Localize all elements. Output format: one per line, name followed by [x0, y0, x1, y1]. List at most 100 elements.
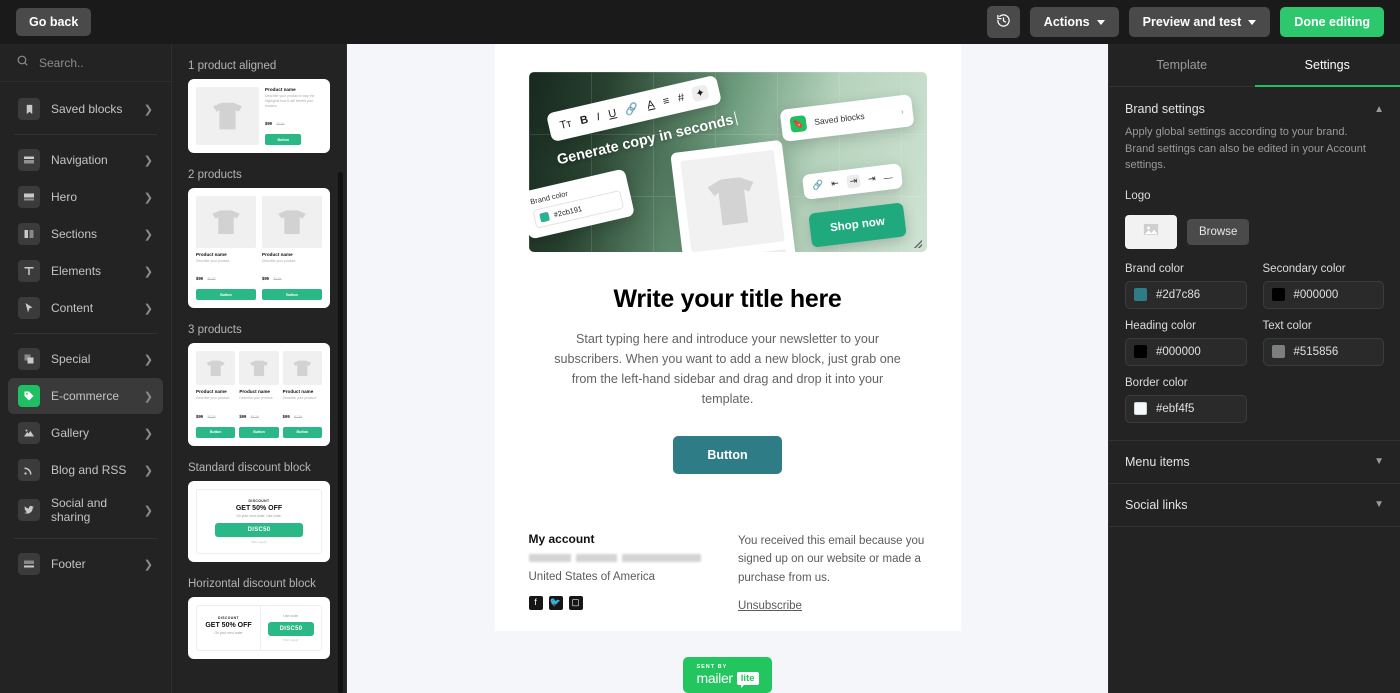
chevron-up-icon[interactable]: ▲: [1374, 104, 1384, 115]
block-group-title: 2 products: [188, 169, 242, 182]
go-back-button[interactable]: Go back: [16, 8, 92, 36]
block-group-title: 3 products: [188, 324, 242, 337]
tab-template[interactable]: Template: [1109, 44, 1255, 86]
color-swatch[interactable]: [1134, 288, 1147, 301]
sidebar-item-hero[interactable]: Hero ❯: [8, 179, 163, 215]
hero-resize-handle[interactable]: [913, 240, 922, 248]
actions-dropdown-button[interactable]: Actions: [1029, 7, 1119, 37]
product-name: Product name: [282, 389, 314, 395]
chevron-right-icon: ❯: [143, 353, 153, 366]
italic-icon: I: [594, 110, 601, 123]
color-field-border-color: Border color #ebf4f5: [1125, 377, 1247, 423]
product-button: Button: [239, 426, 279, 438]
blocks-panel-scrollbar[interactable]: [338, 172, 343, 693]
sidebar-item-label: Special: [51, 352, 91, 366]
color-field-text-color: Text color #515856: [1262, 320, 1384, 366]
email-cta-button[interactable]: Button: [673, 435, 782, 474]
product-price: $99: [196, 276, 203, 282]
mailerlite-badge[interactable]: SENT BY mailer lite: [683, 657, 772, 693]
discount-kicker: DISCOUNT: [218, 615, 239, 620]
block-thumbnail-card[interactable]: DISCOUNT GET 50% OFF On your next order Use…: [188, 596, 330, 659]
email-title[interactable]: Write your title here: [495, 285, 961, 314]
unsubscribe-link[interactable]: Unsubscribe: [738, 600, 802, 612]
hero-image[interactable]: Tт B I U 🔗 A ≡ # ✦ Generate copy in seco…: [528, 72, 927, 252]
preview-and-test-button[interactable]: Preview and test: [1128, 7, 1271, 37]
discount-sub: On your next order. Use code:: [236, 513, 282, 518]
text-color-icon: A: [645, 97, 656, 112]
hero-block-icon: [18, 186, 40, 208]
logo-preview[interactable]: [1125, 214, 1177, 249]
block-thumbnail-card[interactable]: Product name Describe your product. $99 $1…: [188, 188, 330, 309]
block-thumbnail-card[interactable]: Product name Describe your product. $99 $1…: [188, 343, 330, 446]
facebook-icon[interactable]: f: [528, 595, 543, 610]
twitter-icon[interactable]: 🐦: [548, 595, 563, 610]
section-menu-items[interactable]: Menu items ▼: [1109, 441, 1400, 484]
align-icon: ≡: [661, 94, 671, 108]
sidebar-item-gallery[interactable]: Gallery ❯: [8, 415, 163, 451]
discount-headline: GET 50% OFF: [205, 621, 252, 629]
product-description: Describe your product.: [262, 259, 297, 264]
sidebar-item-social-and-sharing[interactable]: Social and sharing ❯: [8, 489, 163, 531]
sidebar-item-special[interactable]: Special ❯: [8, 341, 163, 377]
discount-kicker: DISCOUNT: [248, 498, 270, 503]
sidebar-item-label: Navigation: [51, 153, 108, 167]
revision-history-button[interactable]: [986, 6, 1020, 38]
color-swatch[interactable]: [1271, 288, 1285, 301]
block-thumbnail-card[interactable]: Product name Describe your product in way…: [188, 79, 330, 154]
tshirt-placeholder-icon: [239, 351, 279, 386]
discount-terms: T&C's apply*: [282, 637, 300, 642]
section-social-links[interactable]: Social links ▼: [1109, 484, 1400, 527]
color-swatch[interactable]: [1134, 345, 1147, 358]
workspace: Saved blocks❯Navigation❯Hero❯Sections❯El…: [0, 44, 1400, 693]
search-input[interactable]: [39, 55, 155, 70]
sidebar-item-blog-and-rss[interactable]: Blog and RSS ❯: [8, 452, 163, 488]
sidebar-item-e-commerce[interactable]: E-commerce ❯: [8, 378, 163, 414]
chevron-down-icon[interactable]: ▼: [1374, 456, 1384, 467]
brand-settings-header[interactable]: Brand settings ▲: [1109, 87, 1400, 116]
sidebar-item-label: Gallery: [51, 426, 90, 440]
sidebar-item-label: E-commerce: [51, 389, 120, 403]
color-field-label: Brand color: [1125, 262, 1184, 275]
sidebar-item-elements[interactable]: Elements ❯: [8, 253, 163, 289]
done-editing-button[interactable]: Done editing: [1280, 7, 1384, 37]
align-left-icon: ⇤: [830, 177, 840, 189]
sidebar-item-saved-blocks[interactable]: Saved blocks ❯: [8, 91, 163, 127]
color-swatch[interactable]: [1271, 345, 1285, 358]
sidebar-item-content[interactable]: Content ❯: [8, 290, 163, 326]
footer-social-links: f 🐦 ▢: [528, 595, 709, 610]
sidebar-divider: [14, 333, 157, 334]
link-icon: 🔗: [811, 179, 824, 191]
hero-product-card-mock: [669, 139, 800, 252]
product-thumb: Product name Describe your product. $99 $1…: [196, 196, 256, 301]
hero-block[interactable]: Tт B I U 🔗 A ≡ # ✦ Generate copy in seco…: [495, 44, 961, 252]
block-thumbnail-card[interactable]: DISCOUNT GET 50% OFF On your next order. U…: [188, 480, 330, 562]
chevron-down-icon[interactable]: ▼: [1374, 499, 1384, 510]
discount-code: DISC50: [268, 621, 314, 636]
chevron-right-icon: ❯: [143, 228, 153, 241]
sidebar-item-navigation[interactable]: Navigation ❯: [8, 142, 163, 178]
email-body-text[interactable]: Start typing here and introduce your new…: [547, 330, 909, 410]
section-label: Social links: [1125, 497, 1188, 512]
product-old-price: $129: [294, 414, 303, 419]
product-name: Product name: [196, 389, 227, 395]
color-input[interactable]: #ebf4f5: [1125, 394, 1247, 423]
color-input[interactable]: #000000: [1125, 337, 1247, 366]
sidebar-item-footer[interactable]: Footer ❯: [8, 546, 163, 582]
browse-logo-button[interactable]: Browse: [1187, 218, 1250, 245]
preview-label: Preview and test: [1142, 15, 1242, 29]
color-input[interactable]: #2d7c86: [1125, 280, 1247, 309]
tab-settings[interactable]: Settings: [1254, 44, 1400, 87]
color-swatch[interactable]: [1134, 402, 1147, 415]
color-input[interactable]: #515856: [1262, 337, 1384, 366]
email-button-block: Button: [495, 435, 961, 474]
footer-redacted-address: [528, 553, 701, 562]
product-price-row: $99 $129: [239, 405, 278, 423]
chevron-right-icon: ❯: [143, 504, 153, 517]
product-name: Product name: [262, 252, 293, 258]
sidebar-item-sections[interactable]: Sections ❯: [8, 216, 163, 252]
sidebar-item-label: Footer: [51, 557, 86, 571]
badge-logo-row: mailer lite: [696, 670, 759, 688]
instagram-icon[interactable]: ▢: [568, 595, 583, 610]
color-input[interactable]: #000000: [1262, 280, 1384, 309]
product-old-price: $129: [207, 414, 216, 419]
